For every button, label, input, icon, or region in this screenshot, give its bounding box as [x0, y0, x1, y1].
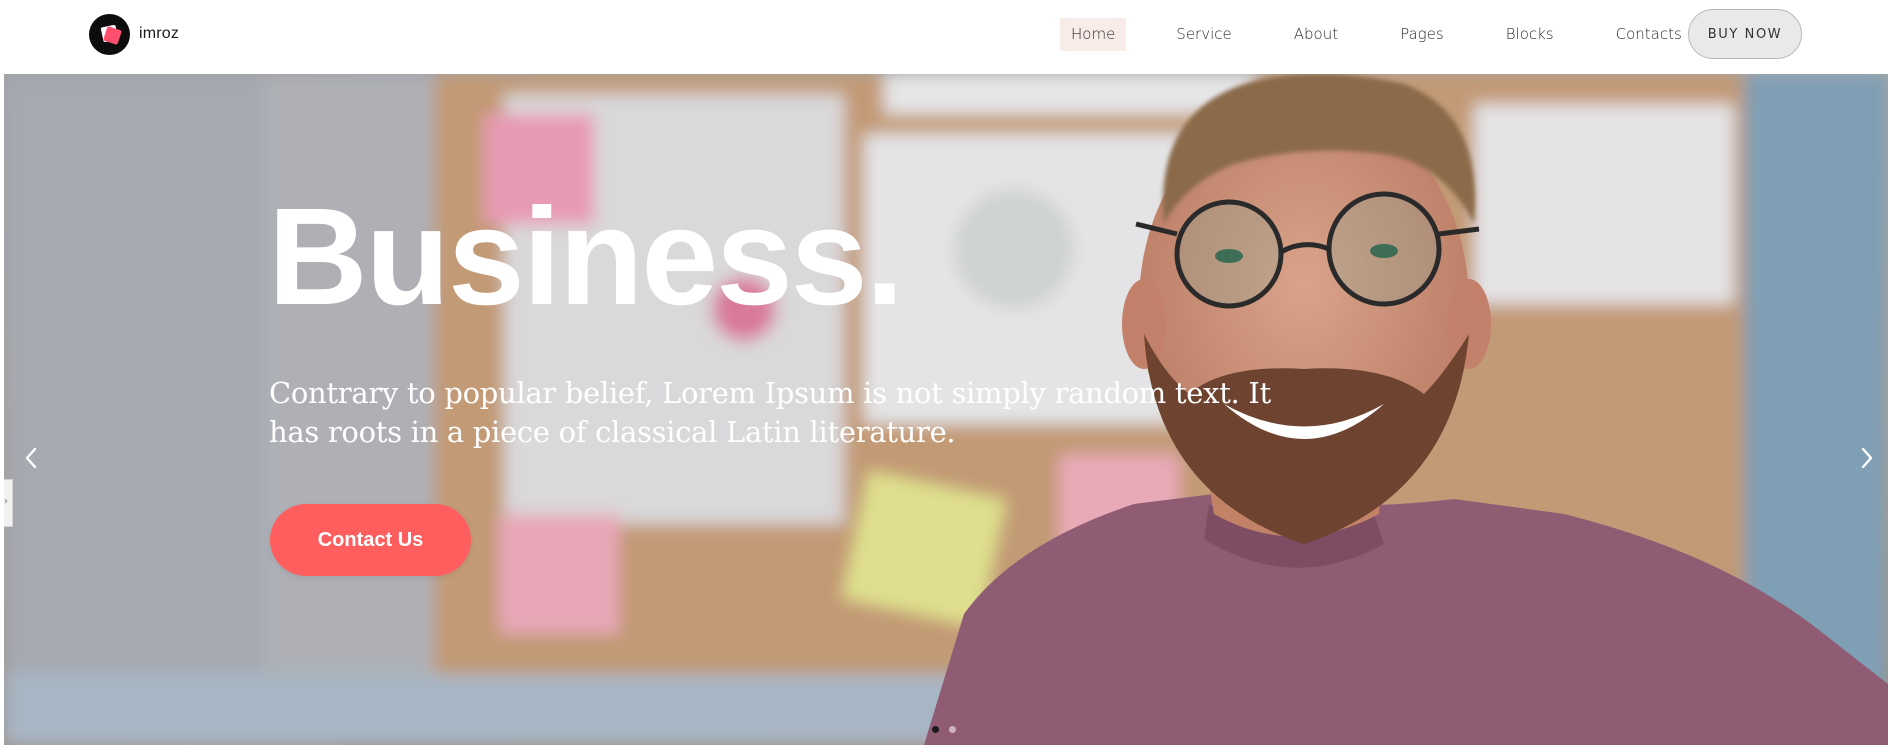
buy-now-button[interactable]: BUY NOW — [1688, 9, 1802, 59]
nav-item-about[interactable]: About — [1283, 18, 1349, 51]
nav-item-service[interactable]: Service — [1165, 18, 1242, 51]
nav-item-contacts[interactable]: Contacts — [1605, 18, 1693, 51]
nav-item-blocks[interactable]: Blocks — [1495, 18, 1565, 51]
page-bottom-strip — [0, 745, 1890, 752]
slider-prev-button[interactable] — [14, 438, 48, 478]
side-tab-glyph: › — [4, 496, 8, 507]
main-nav: Home Service About Pages Blocks Contacts — [1060, 18, 1693, 51]
side-panel-toggle[interactable]: › — [4, 479, 13, 527]
brand-logo[interactable]: imroz — [89, 13, 179, 55]
slider-dot-2[interactable] — [949, 726, 956, 733]
slider-next-button[interactable] — [1850, 438, 1884, 478]
chevron-right-icon — [1861, 447, 1873, 469]
contact-us-button[interactable]: Contact Us — [270, 504, 471, 576]
slider-pagination — [932, 726, 956, 733]
site-header: imroz Home Service About Pages Blocks Co… — [0, 0, 1890, 74]
slider-dot-1[interactable] — [932, 726, 939, 733]
hero-subtitle: Contrary to popular belief, Lorem Ipsum … — [269, 376, 1271, 449]
nav-item-home[interactable]: Home — [1060, 18, 1127, 51]
nav-item-pages[interactable]: Pages — [1389, 18, 1455, 51]
hero-title: Business. — [268, 180, 904, 334]
imroz-logo-icon — [89, 13, 130, 55]
brand-name: imroz — [139, 25, 180, 42]
chevron-left-icon — [25, 447, 37, 469]
